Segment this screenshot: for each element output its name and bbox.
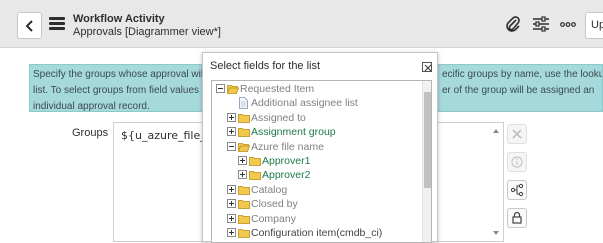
select-fields-dialog: Select fields for the list Configuration… [202,52,438,243]
info-line-1-left: Specify the groups whose approval will b… [33,69,220,80]
groups-label: Groups [72,127,109,139]
info-line-2-left: list. To select groups from field values… [33,85,225,96]
lock-icon [512,211,522,224]
form-header: Workflow Activity Approvals [Diagrammer … [0,0,603,48]
folder-icon [238,200,250,210]
close-icon [424,64,432,72]
tree-item[interactable]: Requested Item [212,82,420,96]
close-button[interactable] [422,62,432,72]
tree-item-label: Assigned to [251,111,306,124]
page-subtitle: Approvals [Diagrammer view*] [73,26,221,38]
field-tree[interactable]: Configuration item(configuration_item)Co… [211,80,432,243]
expand-toggle[interactable] [227,127,236,137]
tree-item-label: Assignment group [251,126,336,139]
folder-icon [238,142,250,152]
chevron-left-icon [25,20,33,32]
tree-item[interactable]: Closed by [212,197,420,211]
tree-item-label: Company [251,212,296,225]
tree-item[interactable]: Assignment group [212,125,420,139]
tree-structure-icon [510,183,524,197]
tree-item[interactable]: Assigned to [212,111,420,125]
tree-item-label: Additional assignee list [251,97,358,110]
tree-item[interactable]: Azure file name [212,140,420,154]
folder-icon [238,229,250,238]
field-action-buttons [507,124,527,236]
tree-item[interactable]: Approver1 [212,154,420,168]
tree-item[interactable]: Approver2 [212,168,420,182]
tree-item[interactable]: Configuration item(cmdb_ci) [212,226,420,240]
expand-toggle[interactable] [227,112,236,122]
tree-scrollbar[interactable] [422,81,431,242]
field-scrollbar[interactable] [490,124,502,240]
back-button[interactable] [17,12,42,39]
folder-icon [238,113,250,123]
tree-item-label: Catalog [251,183,288,196]
tree-picker-button[interactable] [507,180,527,200]
expand-toggle[interactable] [227,184,236,194]
sliders-icon[interactable] [532,15,550,33]
tree-item-label: Azure file name [251,140,324,153]
tree-item-label: Approver2 [262,169,311,182]
tree-item-label: Requested Item [240,83,315,95]
tree-item[interactable]: Catalog [212,183,420,197]
info-button[interactable] [507,152,527,172]
tree-item[interactable]: Additional assignee list [212,96,420,110]
remove-icon [512,129,522,139]
folder-icon [238,214,250,224]
page-title: Workflow Activity [73,13,165,25]
tree-item-label: Configuration item(cmdb_ci) [251,227,383,239]
tree-item-label: Closed by [251,198,298,211]
update-button[interactable]: Upd [585,12,603,39]
folder-icon [238,128,250,138]
info-line-2-right: er of the group will be assigned an [442,85,595,96]
dialog-title: Select fields for the list [210,60,321,72]
tree-scrollbar-thumb[interactable] [424,92,431,188]
info-icon [511,156,523,168]
collapse-toggle[interactable] [227,141,236,151]
folder-icon [227,85,239,94]
folder-icon [238,185,250,195]
paperclip-icon[interactable] [505,15,521,33]
remove-button[interactable] [507,124,527,144]
lock-button[interactable] [507,208,527,228]
tree-item-label: Approver1 [262,155,311,167]
document-icon [239,97,248,110]
tree-item[interactable]: Company [212,212,420,226]
expand-toggle[interactable] [227,213,236,223]
more-horizontal-icon[interactable] [560,22,576,27]
hamburger-menu-icon[interactable] [49,17,65,31]
folder-icon [249,157,261,166]
expand-toggle[interactable] [238,170,247,180]
title-block: Workflow Activity Approvals [Diagrammer … [73,13,221,39]
expand-toggle[interactable] [238,156,247,165]
expand-toggle[interactable] [227,199,236,209]
folder-icon [249,171,261,181]
collapse-toggle[interactable] [216,84,225,93]
expand-toggle[interactable] [227,228,236,237]
info-line-1-right: ecific groups by name, use the lookup [442,69,603,80]
